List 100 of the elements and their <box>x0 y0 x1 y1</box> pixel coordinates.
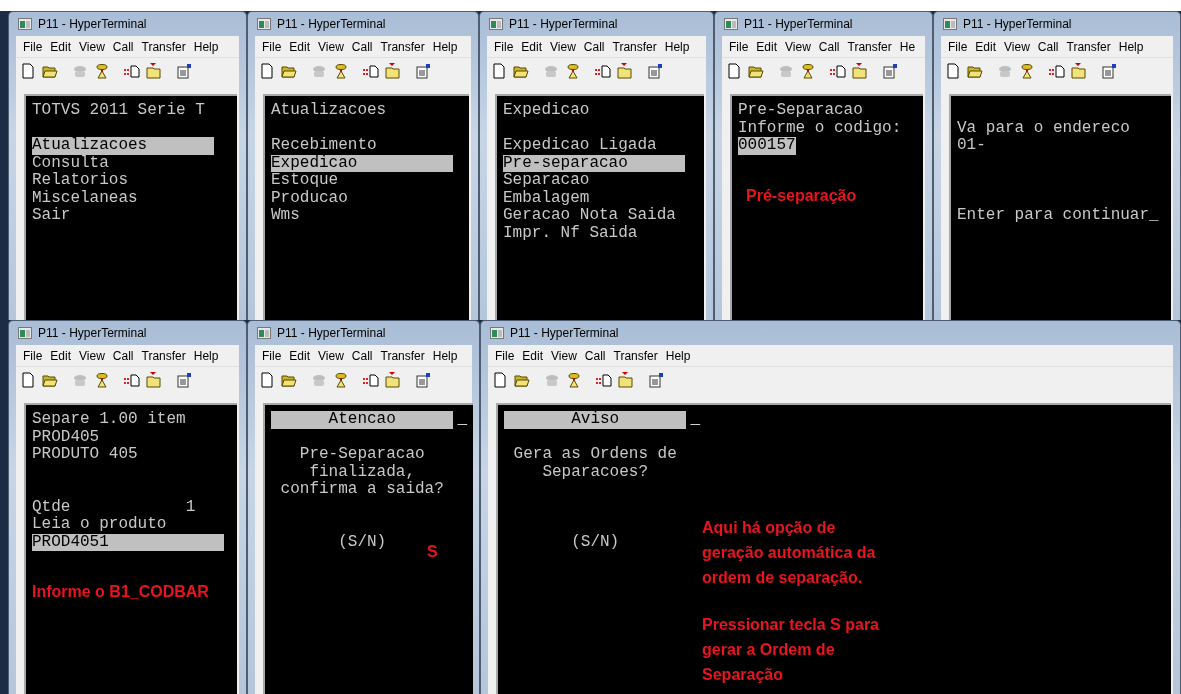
menu-item[interactable]: Transfer <box>843 38 896 55</box>
menu-item[interactable]: View <box>314 38 348 55</box>
menu-item[interactable]: View <box>314 347 348 364</box>
menu-item[interactable]: View <box>75 347 109 364</box>
menu-item[interactable]: Edit <box>518 347 548 364</box>
dotted-document-icon[interactable] <box>124 372 140 388</box>
menu-option[interactable]: Consulta <box>32 154 215 172</box>
menu-item[interactable]: View <box>781 38 815 55</box>
clipboard-icon[interactable] <box>415 63 431 79</box>
menu-item[interactable]: File <box>258 38 286 55</box>
document-icon[interactable] <box>945 63 961 79</box>
menu-item[interactable]: Help <box>660 38 694 55</box>
clipboard-icon[interactable] <box>882 63 898 79</box>
menu-item[interactable]: Call <box>579 38 609 55</box>
menu-option[interactable]: Miscelaneas <box>32 189 215 207</box>
phone-icon[interactable] <box>333 63 349 79</box>
menu-item[interactable]: Edit <box>285 347 315 364</box>
clipboard-icon[interactable] <box>647 63 663 79</box>
menu-item[interactable]: Edit <box>46 38 76 55</box>
menu-item[interactable]: Call <box>814 38 844 55</box>
folder-icon[interactable] <box>281 63 297 79</box>
menu-item[interactable]: Help <box>661 347 695 364</box>
dotted-document-icon[interactable] <box>830 63 846 79</box>
menu-item[interactable]: Edit <box>46 347 76 364</box>
folder-icon[interactable] <box>42 63 58 79</box>
menu-item[interactable]: He <box>895 38 920 55</box>
menu-item[interactable]: View <box>75 38 109 55</box>
menu-item[interactable]: Transfer <box>609 347 662 364</box>
folder-arrow-icon[interactable] <box>385 63 401 79</box>
dotted-document-icon[interactable] <box>124 63 140 79</box>
menu-item[interactable]: Transfer <box>1062 38 1115 55</box>
document-icon[interactable] <box>726 63 742 79</box>
menu-option[interactable]: Recebimento <box>271 137 454 155</box>
document-icon[interactable] <box>20 372 36 388</box>
phone-icon[interactable] <box>1019 63 1035 79</box>
menu-option[interactable]: Expedicao <box>271 154 454 172</box>
menu-item[interactable]: File <box>258 347 286 364</box>
menu-option[interactable]: Atualizacoes <box>32 137 215 155</box>
document-icon[interactable] <box>259 63 275 79</box>
clipboard-icon[interactable] <box>1101 63 1117 79</box>
menu-option[interactable]: Impr. Nf Saida <box>503 224 686 242</box>
menu-item[interactable]: Help <box>428 38 462 55</box>
phone-icon[interactable] <box>94 372 110 388</box>
menu-item[interactable]: Help <box>428 347 462 364</box>
folder-arrow-icon[interactable] <box>146 63 162 79</box>
phone-icon[interactable] <box>566 372 582 388</box>
menu-option[interactable]: Expedicao Ligada <box>503 137 686 155</box>
clipboard-icon[interactable] <box>415 372 431 388</box>
menu-option[interactable]: Estoque <box>271 172 454 190</box>
folder-icon[interactable] <box>967 63 983 79</box>
dotted-document-icon[interactable] <box>1049 63 1065 79</box>
dotted-document-icon[interactable] <box>363 63 379 79</box>
menu-item[interactable]: Transfer <box>137 347 190 364</box>
menu-item[interactable]: Call <box>108 38 138 55</box>
menu-option[interactable]: Embalagem <box>503 189 686 207</box>
menu-option[interactable]: Producao <box>271 189 454 207</box>
clipboard-icon[interactable] <box>176 372 192 388</box>
menu-item[interactable]: View <box>546 38 580 55</box>
menu-option[interactable]: Sair <box>32 207 215 225</box>
folder-icon[interactable] <box>42 372 58 388</box>
folder-arrow-icon[interactable] <box>617 63 633 79</box>
folder-icon[interactable] <box>748 63 764 79</box>
menu-item[interactable]: Call <box>108 347 138 364</box>
menu-item[interactable]: Call <box>347 347 377 364</box>
document-icon[interactable] <box>491 63 507 79</box>
menu-item[interactable]: File <box>491 347 519 364</box>
menu-item[interactable]: Edit <box>752 38 782 55</box>
phone-icon[interactable] <box>333 372 349 388</box>
menu-item[interactable]: Help <box>189 38 223 55</box>
folder-arrow-icon[interactable] <box>618 372 634 388</box>
folder-icon[interactable] <box>513 63 529 79</box>
menu-item[interactable]: Call <box>1033 38 1063 55</box>
folder-icon[interactable] <box>514 372 530 388</box>
document-icon[interactable] <box>259 372 275 388</box>
menu-item[interactable]: Transfer <box>137 38 190 55</box>
dotted-document-icon[interactable] <box>363 372 379 388</box>
menu-item[interactable]: View <box>547 347 581 364</box>
phone-icon[interactable] <box>800 63 816 79</box>
menu-item[interactable]: View <box>1000 38 1034 55</box>
folder-arrow-icon[interactable] <box>1071 63 1087 79</box>
menu-item[interactable]: File <box>19 347 47 364</box>
folder-arrow-icon[interactable] <box>385 372 401 388</box>
menu-option[interactable]: Geracao Nota Saida <box>503 207 686 225</box>
menu-item[interactable]: File <box>944 38 972 55</box>
menu-item[interactable]: Transfer <box>376 38 429 55</box>
folder-arrow-icon[interactable] <box>852 63 868 79</box>
menu-option[interactable]: Separacao <box>503 172 686 190</box>
input-field[interactable]: PROD4051 <box>32 533 225 551</box>
clipboard-icon[interactable] <box>648 372 664 388</box>
menu-option[interactable]: Pre-separacao <box>503 154 686 172</box>
menu-item[interactable]: Edit <box>285 38 315 55</box>
menu-item[interactable]: Call <box>580 347 610 364</box>
menu-item[interactable]: Edit <box>517 38 547 55</box>
folder-icon[interactable] <box>281 372 297 388</box>
menu-item[interactable]: Edit <box>971 38 1001 55</box>
document-icon[interactable] <box>492 372 508 388</box>
dotted-document-icon[interactable] <box>595 63 611 79</box>
menu-item[interactable]: File <box>490 38 518 55</box>
document-icon[interactable] <box>20 63 36 79</box>
menu-option[interactable]: Relatorios <box>32 172 215 190</box>
